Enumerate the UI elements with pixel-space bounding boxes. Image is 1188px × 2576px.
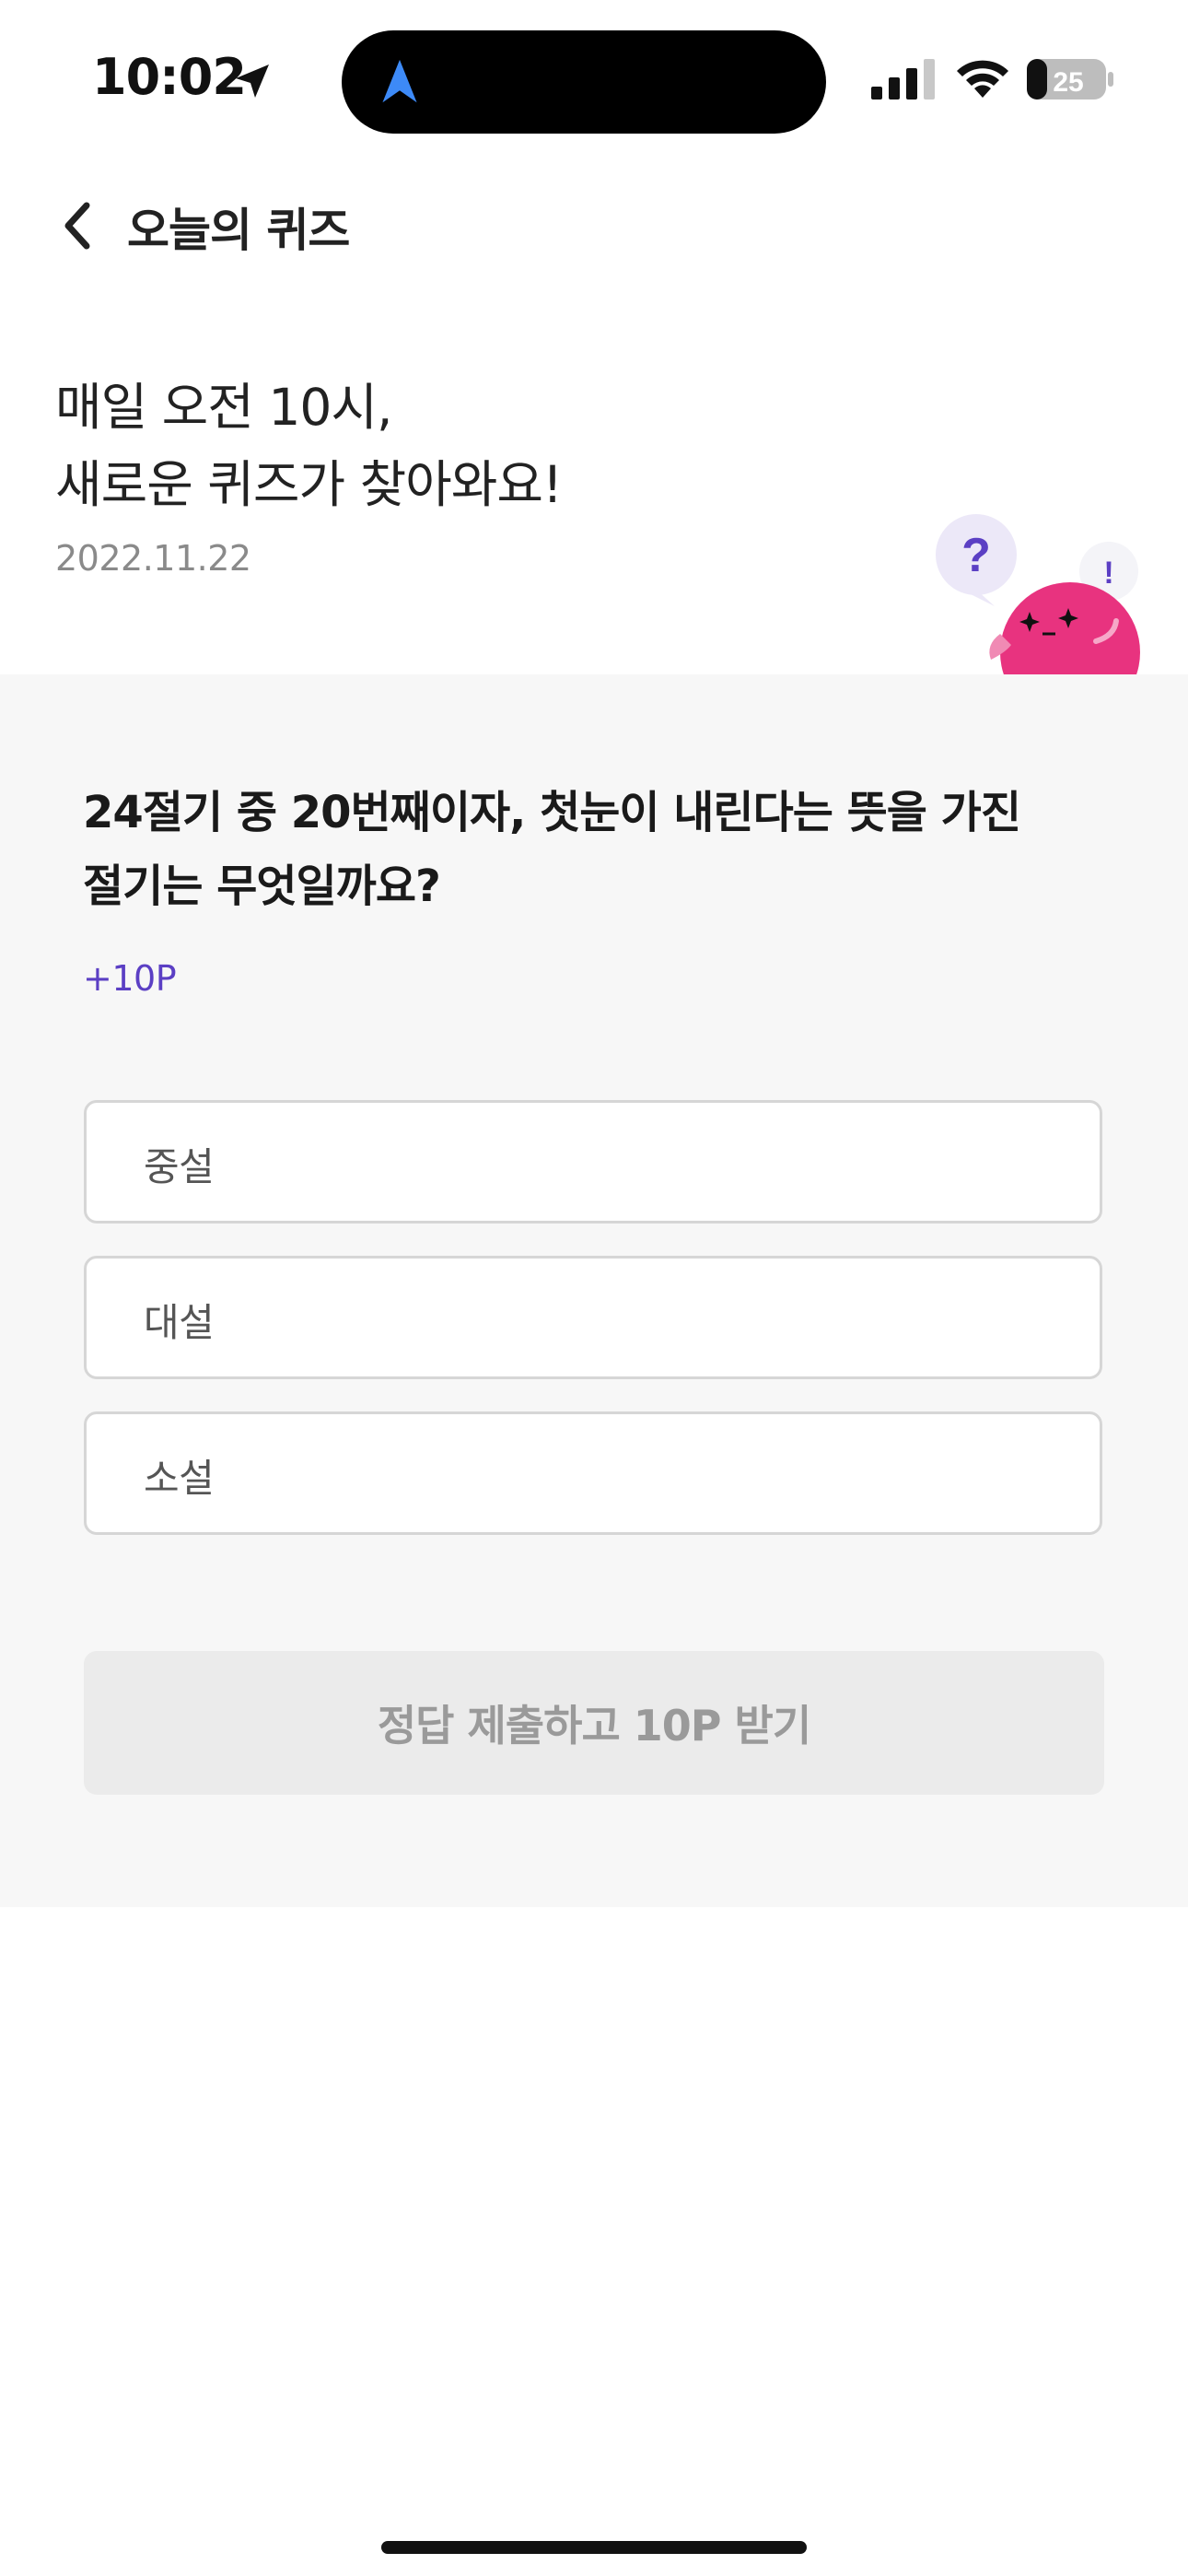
question-line-1: 24절기 중 20번째이자, 첫눈이 내린다는 뜻을 가진 — [83, 787, 1021, 838]
dynamic-island — [342, 30, 826, 134]
quiz-card: 24절기 중 20번째이자, 첫눈이 내린다는 뜻을 가진 절기는 무엇일까요?… — [0, 674, 1188, 1907]
battery-icon: 25 — [1027, 59, 1113, 100]
answer-option-label: 대설 — [144, 1300, 215, 1345]
quiz-intro: 매일 오전 10시, 새로운 퀴즈가 찾아와요! 2022.11.22 — [55, 369, 884, 579]
status-time: 10:02 — [92, 48, 247, 106]
answer-option-3[interactable]: 소설 — [84, 1411, 1102, 1535]
answer-option-label: 중설 — [144, 1144, 215, 1189]
page-title: 오늘의 퀴즈 — [127, 204, 350, 257]
wifi-icon — [957, 60, 1008, 98]
answer-option-2[interactable]: 대설 — [84, 1256, 1102, 1379]
quiz-screen: 10:02 25 오늘의 퀴즈 매일 오전 10시, 새로운 퀴즈가 찾아와요!… — [0, 0, 1188, 2576]
intro-line-2: 새로운 퀴즈가 찾아와요! — [55, 455, 563, 514]
answer-option-1[interactable]: 중설 — [84, 1100, 1102, 1224]
points-reward: +10P — [83, 958, 177, 999]
intro-line-1: 매일 오전 10시, — [55, 378, 392, 437]
back-button[interactable] — [50, 195, 105, 256]
quiz-date: 2022.11.22 — [55, 538, 251, 579]
status-bar: 10:02 25 — [0, 0, 1188, 138]
submit-answer-button[interactable]: 정답 제출하고 10P 받기 — [84, 1651, 1104, 1795]
quiz-question: 24절기 중 20번째이자, 첫눈이 내린다는 뜻을 가진 절기는 무엇일까요? — [83, 776, 1105, 923]
app-header: 오늘의 퀴즈 — [0, 175, 1188, 276]
answer-option-label: 소설 — [144, 1456, 215, 1501]
exclamation-mark-bubble: ! — [1103, 556, 1113, 591]
submit-button-label: 정답 제출하고 10P 받기 — [377, 1701, 811, 1751]
home-indicator[interactable] — [381, 2541, 807, 2554]
mascot-illustration: ? ! — [936, 514, 1140, 674]
battery-level: 25 — [1053, 67, 1083, 98]
navigation-icon — [382, 59, 417, 103]
question-mark-bubble: ? — [961, 529, 991, 582]
cellular-signal-icon — [871, 59, 935, 100]
location-arrow-icon — [236, 64, 269, 98]
question-line-2: 절기는 무엇일까요? — [83, 861, 441, 912]
chevron-left-icon — [64, 202, 90, 250]
